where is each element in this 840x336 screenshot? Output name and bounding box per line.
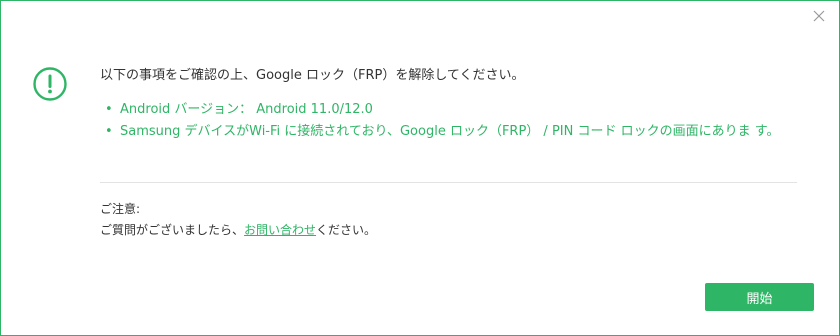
requirement-text: Samsung デバイスがWi-Fi に接続されており、Google ロック（F…: [120, 124, 780, 139]
notice-text-after: ください。: [316, 223, 377, 237]
notice-title: ご注意:: [100, 202, 141, 216]
requirement-item-android-version: • Android バージョン： Android 11.0/12.0: [105, 99, 805, 121]
requirements-list: • Android バージョン： Android 11.0/12.0 • Sam…: [105, 99, 805, 143]
notice-text-before: ご質問がございましたら、: [100, 223, 245, 237]
close-icon: [813, 10, 825, 22]
exclamation-circle-icon: [33, 67, 67, 101]
notice-text: ご質問がございましたら、お問い合わせください。: [100, 221, 376, 238]
requirement-text: Android バージョン： Android 11.0/12.0: [120, 102, 373, 117]
requirement-item-wifi-frp: • Samsung デバイスがWi-Fi に接続されており、Google ロック…: [105, 121, 805, 143]
dialog: 以下の事項をご確認の上、Google ロック（FRP）を解除してください。 • …: [0, 0, 840, 336]
contact-us-link[interactable]: お問い合わせ: [244, 223, 316, 237]
divider: [100, 182, 797, 183]
close-button[interactable]: [811, 8, 827, 24]
bullet: •: [105, 124, 113, 139]
instruction-headline: 以下の事項をご確認の上、Google ロック（FRP）を解除してください。: [100, 68, 525, 83]
dialog-titlebar: [1, 1, 839, 31]
bullet: •: [105, 102, 113, 117]
start-button[interactable]: 開始: [705, 283, 814, 311]
